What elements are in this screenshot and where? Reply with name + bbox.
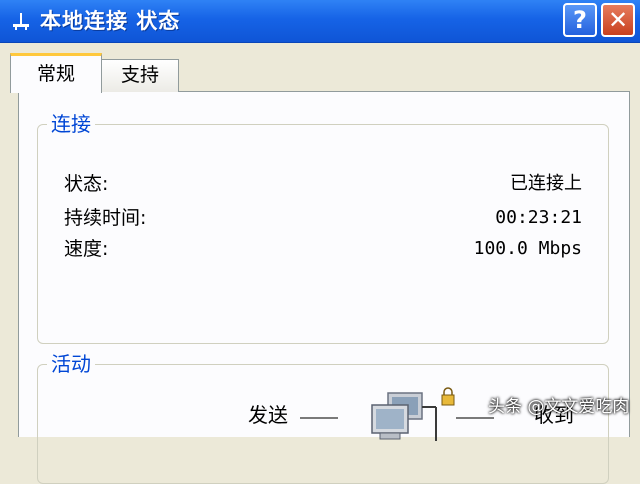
tab-panel-general: 连接 状态: 已连接上 持续时间: 00:23:21 速度: 100.0 Mbp… bbox=[18, 91, 630, 484]
network-computers-icon bbox=[371, 387, 455, 441]
duration-label: 持续时间: bbox=[64, 207, 147, 229]
activity-group-title: 活动 bbox=[47, 351, 95, 377]
duration-value: 00:23:21 bbox=[495, 207, 582, 228]
connection-group: 连接 状态: 已连接上 持续时间: 00:23:21 速度: 100.0 Mbp… bbox=[37, 111, 609, 344]
sent-label: 发送 bbox=[248, 403, 288, 427]
window-title: 本地连接 状态 bbox=[40, 9, 181, 33]
close-button[interactable]: ✕ bbox=[601, 3, 635, 37]
speed-value: 100.0 Mbps bbox=[473, 238, 582, 259]
sent-line bbox=[300, 417, 338, 419]
help-button[interactable]: ? bbox=[563, 3, 597, 37]
speed-label: 速度: bbox=[64, 238, 109, 260]
received-line bbox=[456, 417, 494, 419]
connection-group-title: 连接 bbox=[47, 111, 95, 137]
status-label: 状态: bbox=[64, 173, 109, 195]
network-connection-icon bbox=[13, 13, 29, 30]
status-value: 已连接上 bbox=[510, 173, 582, 194]
tab-general[interactable]: 常规 bbox=[10, 53, 102, 93]
activity-group: 活动 发送 收到 bbox=[37, 351, 609, 484]
tab-support[interactable]: 支持 bbox=[101, 59, 179, 92]
watermark-text: 头条 @文文爱吃肉 bbox=[488, 397, 630, 417]
title-bar[interactable]: 本地连接 状态 ? ✕ bbox=[0, 0, 640, 43]
tab-strip: 常规 支持 bbox=[0, 42, 640, 93]
